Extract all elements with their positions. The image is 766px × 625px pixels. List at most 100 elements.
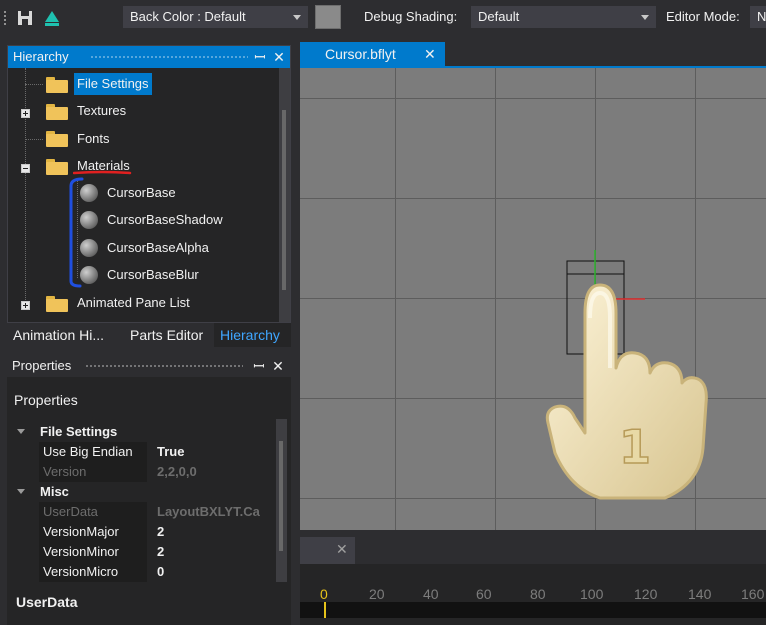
drag-grip[interactable] (85, 364, 243, 369)
panel-title: Hierarchy (13, 49, 69, 64)
back-color-swatch[interactable] (315, 5, 341, 29)
tree-item-label: CursorBase (107, 185, 176, 200)
folder-icon (46, 296, 68, 312)
close-icon[interactable]: ✕ (271, 46, 287, 68)
tree-item-label: CursorBaseBlur (107, 267, 199, 282)
timeline-tick: 40 (423, 586, 439, 602)
tab-hierarchy[interactable]: Hierarchy (214, 323, 291, 347)
category-misc[interactable]: Misc (40, 482, 69, 502)
tab-cursor-bflyt[interactable]: Cursor.bflyt ✕ (300, 42, 445, 68)
layout-viewport[interactable]: 1 (300, 68, 766, 530)
tree-item-label: CursorBaseShadow (107, 212, 223, 227)
property-row[interactable]: UserData LayoutBXLYT.Ca (35, 502, 275, 522)
timeline-track[interactable] (300, 602, 766, 618)
timeline-tick: 120 (634, 586, 658, 602)
property-key: VersionMicro (39, 562, 147, 582)
tree-item-fonts[interactable]: Fonts (77, 128, 110, 150)
hand-number: 1 (619, 420, 651, 474)
properties-scrollbar[interactable] (276, 419, 287, 582)
editor-mode-label: Editor Mode: (666, 9, 740, 24)
folder-icon (46, 131, 68, 147)
hierarchy-panel: Hierarchy ꟷ ✕ File Settings Textures Fon… (7, 45, 291, 323)
property-key: Use Big Endian (39, 442, 147, 462)
timeline-panel: 0 20 40 60 80 100 120 140 160 (300, 564, 766, 625)
close-icon[interactable]: ✕ (336, 541, 348, 558)
tab-parts-editor[interactable]: Parts Editor (124, 323, 209, 347)
debug-shading-value: Default (478, 9, 520, 24)
property-row[interactable]: Version 2,2,0,0 (35, 462, 275, 482)
collapse-icon[interactable] (21, 164, 30, 173)
scrollbar-thumb[interactable] (282, 110, 286, 290)
folder-icon (46, 159, 68, 175)
tab-animation-hierarchy[interactable]: Animation Hi... (7, 323, 110, 347)
drag-grip[interactable] (90, 55, 248, 60)
tree-item-label: Animated Pane List (77, 295, 190, 310)
property-key: Version (39, 462, 147, 482)
tree-item-textures[interactable]: Textures (77, 100, 126, 122)
property-value: LayoutBXLYT.Ca (157, 504, 260, 519)
scrollbar-thumb[interactable] (279, 441, 283, 551)
tree-item-cursorbaseshadow[interactable]: CursorBaseShadow (107, 209, 223, 231)
expand-icon[interactable] (21, 109, 30, 118)
timeline-tick: 160 (741, 586, 765, 602)
property-value[interactable]: 2 (153, 542, 275, 562)
property-value[interactable]: 0 (153, 562, 275, 582)
tree-item-animated-pane-list[interactable]: Animated Pane List (77, 292, 190, 314)
tree-item-label: CursorBaseAlpha (107, 240, 209, 255)
pin-icon[interactable]: ꟷ (252, 46, 268, 68)
timeline-tick: 80 (530, 586, 546, 602)
blue-bracket-annotation (69, 177, 84, 288)
hand-pointer-icon: 1 (545, 283, 708, 500)
document-tabstrip: Cursor.bflyt ✕ (300, 36, 766, 68)
editor-mode-value: N (757, 9, 766, 24)
hierarchy-title-bar: Hierarchy ꟷ ✕ (8, 46, 290, 68)
tab-label: Cursor.bflyt (325, 46, 396, 62)
timeline-playhead[interactable] (324, 602, 326, 618)
debug-shading-label: Debug Shading: (364, 9, 458, 24)
tree-item-label: File Settings (77, 76, 149, 91)
tree-item-cursorbasealpha[interactable]: CursorBaseAlpha (107, 237, 209, 259)
tree-item-cursorbase[interactable]: CursorBase (107, 182, 176, 204)
hierarchy-scrollbar[interactable] (279, 68, 290, 322)
tree-item-file-settings[interactable]: File Settings (74, 73, 152, 95)
expand-icon[interactable] (21, 301, 30, 310)
properties-header: Properties (14, 392, 78, 408)
pin-icon[interactable]: ꟷ (251, 355, 267, 377)
tree-item-label: Fonts (77, 131, 110, 146)
save-icon[interactable] (15, 8, 35, 28)
back-color-value: Back Color : Default (130, 9, 246, 24)
folder-icon (46, 77, 68, 93)
close-icon[interactable]: ✕ (270, 355, 286, 377)
timeline-tick: 100 (580, 586, 604, 602)
grid-snap-icon[interactable] (42, 8, 62, 28)
property-row[interactable]: VersionMajor 2 (35, 522, 275, 542)
property-row[interactable]: Use Big Endian True (35, 442, 275, 462)
property-row[interactable]: VersionMinor 2 (35, 542, 275, 562)
tree-item-cursorbaseblur[interactable]: CursorBaseBlur (107, 264, 199, 286)
timeline-tick: 0 (320, 586, 328, 602)
property-row[interactable]: VersionMicro 0 (35, 562, 275, 582)
timeline-tick: 140 (688, 586, 712, 602)
back-color-dropdown[interactable]: Back Color : Default (123, 6, 308, 28)
property-key: UserData (39, 502, 147, 522)
main-toolbar: Back Color : Default Debug Shading: Defa… (0, 0, 766, 36)
close-icon[interactable]: ✕ (424, 42, 436, 66)
category-file-settings[interactable]: File Settings (40, 422, 117, 442)
timeline-tick: 60 (476, 586, 492, 602)
toolbar-grip[interactable] (3, 10, 7, 26)
chevron-down-icon[interactable] (17, 489, 25, 494)
tree-connector (25, 73, 43, 95)
property-value[interactable]: True (153, 442, 275, 462)
property-key: VersionMinor (39, 542, 147, 562)
chevron-down-icon[interactable] (17, 429, 25, 434)
editor-mode-dropdown[interactable]: N (750, 6, 766, 28)
tree-item-label: Textures (77, 103, 127, 118)
timeline-tick: 20 (369, 586, 385, 602)
properties-panel: Properties ꟷ ✕ Properties File Settings … (7, 355, 291, 625)
left-panel-tabs: Animation Hi... Parts Editor Hierarchy (7, 323, 291, 347)
timeline-tab[interactable]: ✕ (300, 537, 355, 564)
property-value[interactable]: 2 (153, 522, 275, 542)
property-key: VersionMajor (39, 522, 147, 542)
property-value: 2,2,0,0 (157, 464, 197, 479)
debug-shading-dropdown[interactable]: Default (471, 6, 656, 28)
